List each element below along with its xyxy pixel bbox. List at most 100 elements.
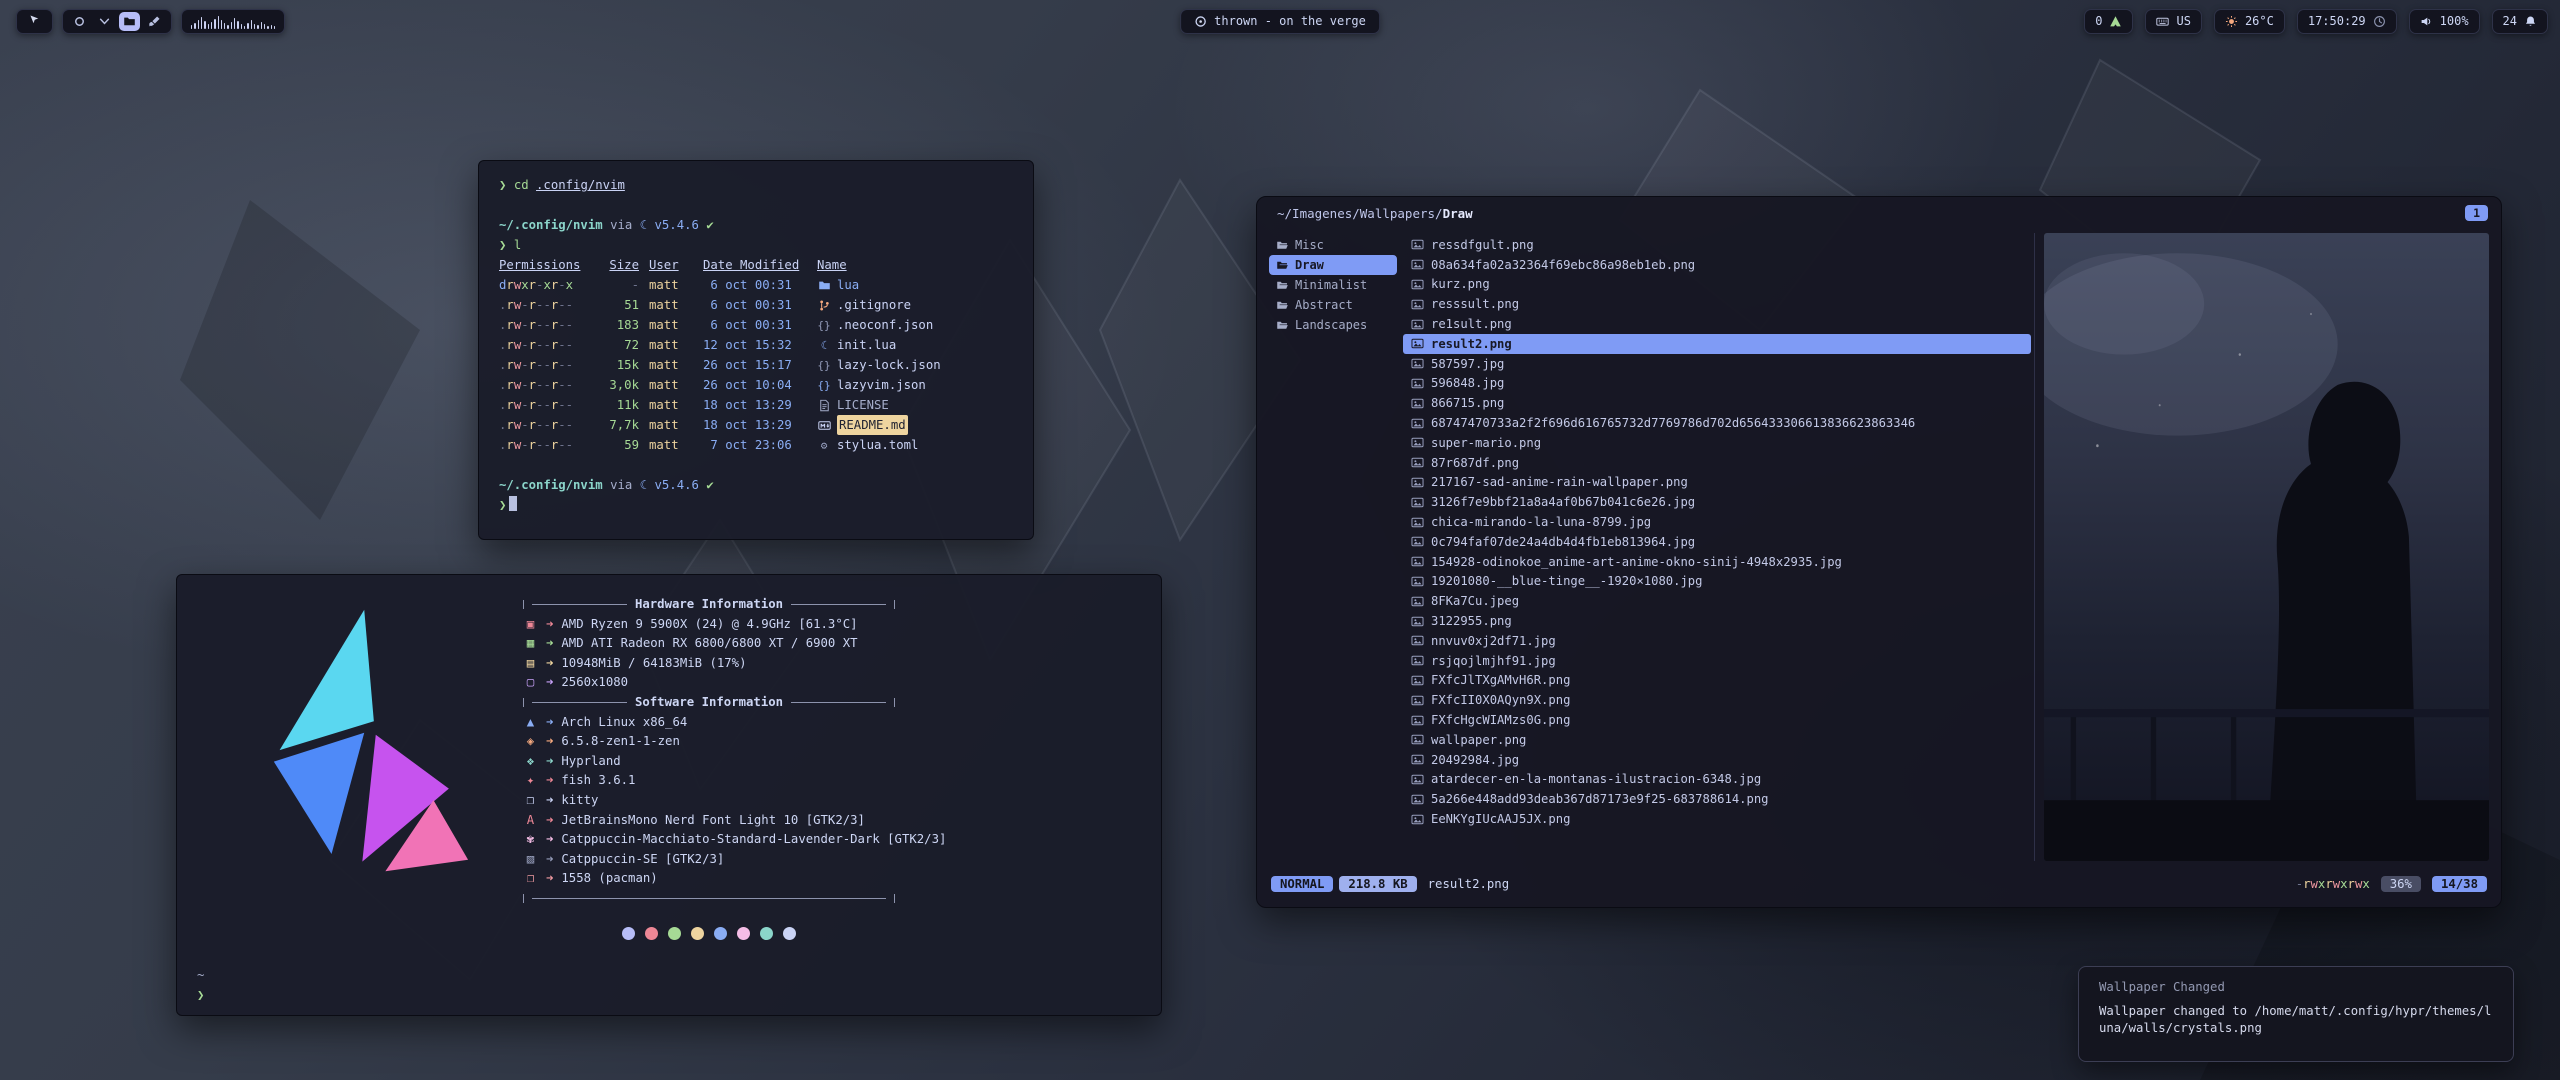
file-row[interactable]: nnvuv0xj2df71.jpg: [1403, 631, 2031, 651]
file-row-name: atardecer-en-la-montanas-ilustracion-634…: [1431, 772, 1761, 786]
arrow-icon: ➜: [546, 654, 553, 674]
file-row[interactable]: kurz.png: [1403, 275, 2031, 295]
fetch-value: 1558 (pacman): [561, 869, 657, 889]
file-row[interactable]: 68747470733a2f2f696d616765732d7769786d70…: [1403, 413, 2031, 433]
arch-icon: [2109, 15, 2122, 28]
file-name: {}.neoconf.json: [817, 315, 1021, 335]
file-name: README.md: [817, 415, 1021, 435]
file-row[interactable]: super-mario.png: [1403, 433, 2031, 453]
notification-popup[interactable]: Wallpaper Changed Wallpaper changed to /…: [2078, 966, 2514, 1062]
fetch-row-cpu: ▣➜AMD Ryzen 9 5900X (24) @ 4.9GHz [61.3°…: [523, 615, 946, 635]
file-row-name: 5a266e448add93deab367d87173e9f25-6837886…: [1431, 792, 1769, 806]
arrow-icon: ➜: [546, 673, 553, 693]
module-weather[interactable]: 26°C: [2214, 9, 2285, 34]
section-footer-line: [523, 889, 895, 909]
file-list[interactable]: ressdfgult.png 08a634fa02a32364f69ebc86a9…: [1403, 233, 2031, 861]
file-row[interactable]: FXfcJlTXgAMvH6R.png: [1403, 671, 2031, 691]
fetch-value: Arch Linux x86_64: [561, 713, 687, 733]
gear-icon: ⚙: [817, 440, 831, 451]
tab-badge[interactable]: 1: [2465, 205, 2488, 221]
file-row[interactable]: 19201080-__blue-tinge__-1920×1080.jpg: [1403, 572, 2031, 592]
sidebar-item-minimalist[interactable]: Minimalist: [1269, 275, 1397, 295]
file-row[interactable]: FXfcII0X0AQyn9X.png: [1403, 690, 2031, 710]
file-row[interactable]: wallpaper.png: [1403, 730, 2031, 750]
notification-body: Wallpaper changed to /home/matt/.config/…: [2099, 1003, 2493, 1037]
file-row-name: 08a634fa02a32364f69ebc86a98eb1eb.png: [1431, 258, 1695, 272]
module-notifications[interactable]: 24: [2492, 9, 2548, 34]
file-row[interactable]: chica-mirando-la-luna-8799.jpg: [1403, 512, 2031, 532]
sidebar-item-misc[interactable]: Misc: [1269, 235, 1397, 255]
module-keyboard-layout[interactable]: US: [2145, 9, 2201, 34]
module-clock[interactable]: 17:50:29: [2297, 9, 2397, 34]
theme-icon: ✾: [523, 830, 538, 850]
workspace-3-button[interactable]: [119, 12, 140, 31]
file-row[interactable]: 154928-odinokoe_anime-art-anime-okno-sin…: [1403, 552, 2031, 572]
music-title: thrown - on the verge: [1214, 14, 1366, 28]
file-size-badge: 218.8 KB: [1339, 876, 1416, 892]
cpu-icon: ▣: [523, 615, 538, 635]
ls-row: .rw-r--r--3,0kmatt26 oct 10:04{}lazyvim.…: [499, 375, 1021, 395]
file-row[interactable]: 5a266e448add93deab367d87173e9f25-6837886…: [1403, 789, 2031, 809]
image-icon: [1411, 714, 1424, 727]
file-row[interactable]: atardecer-en-la-montanas-ilustracion-634…: [1403, 770, 2031, 790]
file-row-name: 3126f7e9bbf21a8a4af0b67b041c6e26.jpg: [1431, 495, 1695, 509]
file-row[interactable]: 0c794faf07de24a4db4d4fb1eb813964.jpg: [1403, 532, 2031, 552]
shell-prompt[interactable]: ~ ❯: [197, 965, 204, 1005]
text-cursor: [509, 496, 517, 511]
file-row[interactable]: 3126f7e9bbf21a8a4af0b67b041c6e26.jpg: [1403, 492, 2031, 512]
file-size: 7,7k: [593, 415, 639, 435]
file-row[interactable]: rsjqojlmjhf91.jpg: [1403, 651, 2031, 671]
file-row[interactable]: 866715.png: [1403, 393, 2031, 413]
file-row[interactable]: 3122955.png: [1403, 611, 2031, 631]
module-text: 24: [2503, 14, 2517, 28]
visualizer-bar: [264, 24, 265, 29]
file-date: 12 oct 15:32: [703, 335, 807, 355]
file-row[interactable]: 8FKa7Cu.jpeg: [1403, 591, 2031, 611]
workspace-1-button[interactable]: [69, 12, 90, 31]
workspace-2-button[interactable]: [94, 12, 115, 31]
file-manager-window[interactable]: ~/Imagenes/Wallpapers/Draw 1 MiscDrawMin…: [1256, 196, 2502, 908]
module-volume[interactable]: 100%: [2409, 9, 2480, 34]
doc-icon: [817, 399, 831, 412]
visualizer-bar: [251, 20, 252, 29]
image-icon: [1411, 674, 1424, 687]
file-row[interactable]: result2.png: [1403, 334, 2031, 354]
file-row-name: 866715.png: [1431, 396, 1504, 410]
file-row[interactable]: 217167-sad-anime-rain-wallpaper.png: [1403, 473, 2031, 493]
terminal-window[interactable]: ❯ cd .config/nvim ~/.config/nvim via ☾ v…: [478, 160, 1034, 540]
file-row[interactable]: ressdfgult.png: [1403, 235, 2031, 255]
file-row[interactable]: 87r687df.png: [1403, 453, 2031, 473]
terminal-icon: ❒: [523, 791, 538, 811]
file-row[interactable]: 587597.jpg: [1403, 354, 2031, 374]
music-widget[interactable]: thrown - on the verge: [1180, 9, 1380, 34]
file-row[interactable]: FXfcHgcWIAMzs0G.png: [1403, 710, 2031, 730]
file-permissions: -rwxrwxrwx: [2296, 877, 2370, 891]
sidebar-item-draw[interactable]: Draw: [1269, 255, 1397, 275]
file-owner: matt: [649, 275, 693, 295]
visualizer-bar: [221, 20, 222, 29]
image-preview-pane: [2044, 233, 2489, 861]
launcher-button[interactable]: [16, 9, 53, 34]
file-row[interactable]: 20492984.jpg: [1403, 750, 2031, 770]
braces-icon: {}: [817, 320, 831, 331]
file-date: 26 oct 15:17: [703, 355, 807, 375]
module-updates[interactable]: 0: [2084, 9, 2133, 34]
visualizer-bar: [267, 26, 268, 29]
sidebar-item-abstract[interactable]: Abstract: [1269, 295, 1397, 315]
sidebar-item-landscapes[interactable]: Landscapes: [1269, 315, 1397, 335]
file-row[interactable]: EeNKYgIUcAAJ5JX.png: [1403, 809, 2031, 829]
file-owner: matt: [649, 335, 693, 355]
file-row[interactable]: 596848.jpg: [1403, 374, 2031, 394]
audio-visualizer[interactable]: [181, 9, 285, 34]
workspace-4-button[interactable]: [144, 12, 165, 31]
ls-row: .rw-r--r--51matt 6 oct 00:31.gitignore: [499, 295, 1021, 315]
fetch-row-os: ▲➜Arch Linux x86_64: [523, 713, 946, 733]
file-row[interactable]: 08a634fa02a32364f69ebc86a98eb1eb.png: [1403, 255, 2031, 275]
folder-open-icon: [1276, 319, 1289, 332]
file-row[interactable]: resssult.png: [1403, 294, 2031, 314]
ls-row: .rw-r--r--59matt 7 oct 23:06⚙stylua.toml: [499, 435, 1021, 455]
fetch-window[interactable]: Hardware Information ▣➜AMD Ryzen 9 5900X…: [176, 574, 1162, 1016]
file-row[interactable]: re1sult.png: [1403, 314, 2031, 334]
fetch-value: Catppuccin-Macchiato-Standard-Lavender-D…: [561, 830, 946, 850]
prompt-line[interactable]: ❯: [499, 495, 1021, 515]
